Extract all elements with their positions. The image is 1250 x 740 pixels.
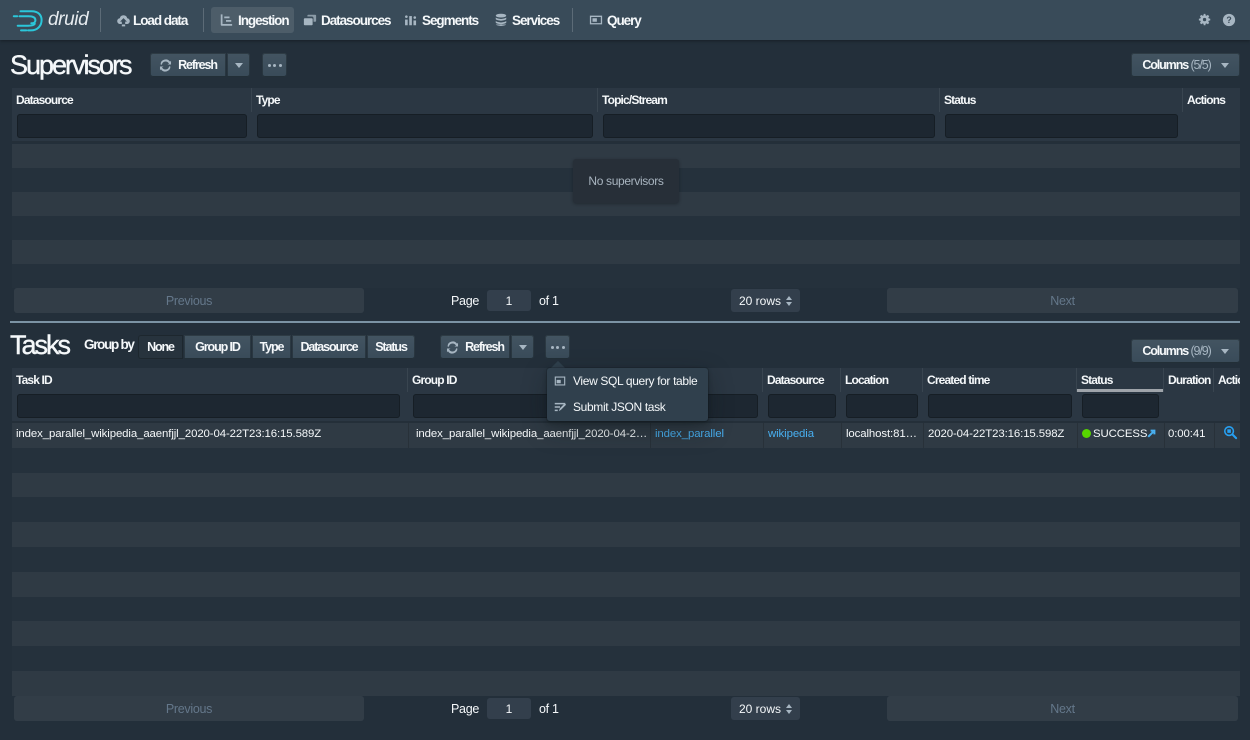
- svg-text:?: ?: [1226, 15, 1231, 25]
